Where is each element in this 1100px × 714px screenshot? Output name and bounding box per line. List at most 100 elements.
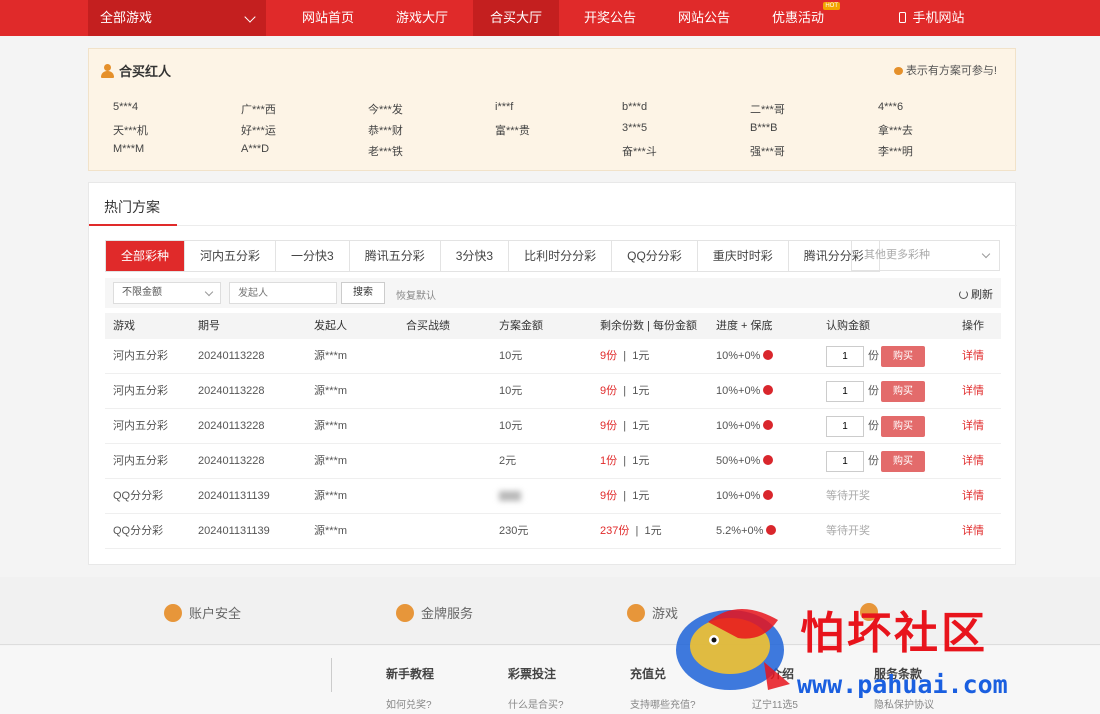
tab-hanoi-5min[interactable]: 河内五分彩 — [185, 241, 277, 271]
quantity-input[interactable] — [826, 346, 864, 367]
winner-name[interactable]: 3***5 — [622, 122, 647, 134]
tab-1min-k3[interactable]: 一分快3 — [276, 241, 350, 271]
chevron-down-icon — [204, 287, 214, 297]
details-link[interactable]: 详情 — [962, 444, 984, 479]
col-record: 合买战绩 — [406, 320, 450, 332]
tab-chongqing[interactable]: 重庆时时彩 — [698, 241, 789, 271]
nav-draw-results[interactable]: 开奖公告 — [566, 0, 654, 36]
tab-qq[interactable]: QQ分分彩 — [612, 241, 698, 271]
row-remaining: 237份 | 1元 — [600, 525, 662, 537]
buy-button[interactable]: 购买 — [881, 451, 925, 472]
initiator-input[interactable] — [229, 282, 337, 304]
row-per-share: 1元 — [632, 385, 650, 397]
top-nav: 全部游戏 网站首页 游戏大厅 合买大厅 开奖公告 网站公告 优惠活动 HOT 手… — [0, 0, 1100, 36]
quantity-input[interactable] — [826, 451, 864, 472]
winner-name[interactable]: 老***铁 — [368, 143, 403, 159]
row-amount: 10元 — [499, 420, 523, 432]
top-buyers-title-text: 合买红人 — [119, 64, 172, 79]
row-initiator[interactable]: 源***m — [314, 479, 347, 514]
row-issue: 20240113228 — [198, 455, 265, 467]
shield-icon — [164, 604, 182, 622]
winner-name[interactable]: 天***机 — [113, 122, 148, 138]
row-progress: 50%+0% — [716, 444, 774, 479]
phone-icon — [899, 12, 907, 23]
chevron-down-icon — [244, 11, 256, 23]
winner-name[interactable]: 李***明 — [878, 143, 913, 159]
row-initiator[interactable]: 源***m — [314, 444, 347, 479]
row-remaining: 1份 | 1元 — [600, 455, 650, 467]
tab-3min-k3[interactable]: 3分快3 — [441, 241, 510, 271]
tab-belgium[interactable]: 比利时分分彩 — [509, 241, 613, 271]
winner-name[interactable]: 今***发 — [368, 101, 403, 117]
all-games-dropdown[interactable]: 全部游戏 — [88, 0, 266, 36]
row-game: QQ分分彩 — [113, 525, 164, 537]
winner-name[interactable]: B***B — [750, 122, 778, 134]
row-amount: 10元 — [499, 385, 523, 397]
umbrella-icon — [396, 604, 414, 622]
row-per-share: 1元 — [632, 420, 650, 432]
amount-select[interactable]: 不限金额 — [113, 282, 221, 304]
winner-name[interactable]: 二***哥 — [750, 101, 785, 117]
row-per-share: 1元 — [632, 455, 650, 467]
buy-button[interactable]: 购买 — [881, 346, 925, 367]
refresh-button[interactable]: 刷新 — [959, 286, 993, 302]
row-unit: 份 — [868, 420, 879, 432]
reset-link[interactable]: 恢复默认 — [396, 287, 436, 302]
chat-icon — [893, 67, 903, 75]
row-game: 河内五分彩 — [113, 350, 168, 362]
tab-all[interactable]: 全部彩种 — [106, 241, 186, 271]
details-link[interactable]: 详情 — [962, 374, 984, 409]
insurance-icon — [763, 455, 774, 465]
row-game: QQ分分彩 — [113, 490, 164, 502]
more-lottery-select[interactable]: 其他更多彩种 — [851, 240, 1000, 271]
quantity-input[interactable] — [826, 381, 864, 402]
row-initiator[interactable]: 源***m — [314, 374, 347, 409]
winner-name[interactable]: 好***运 — [241, 122, 276, 138]
winner-name[interactable]: 奋***斗 — [622, 143, 657, 159]
winner-name[interactable]: 拿***去 — [878, 122, 913, 138]
footer-link[interactable]: 如何兑奖? — [386, 696, 432, 711]
row-initiator[interactable]: 源***m — [314, 339, 347, 374]
row-unit: 份 — [868, 385, 879, 397]
nav-promotions[interactable]: 优惠活动 HOT — [754, 0, 842, 36]
winner-name[interactable]: 富***贵 — [495, 122, 530, 138]
nav-mobile-label: 手机网站 — [912, 10, 965, 25]
winner-name[interactable]: A***D — [241, 143, 269, 155]
table-row: 河内五分彩 20240113228 源***m 2元 1份 | 1元 50%+0% 份购买 详… — [105, 444, 1001, 479]
details-link[interactable]: 详情 — [962, 514, 984, 549]
row-issue: 20240113228 — [198, 350, 265, 362]
nav-mobile-site[interactable]: 手机网站 — [888, 0, 976, 36]
winner-name[interactable]: 恭***财 — [368, 122, 403, 138]
winner-name[interactable]: 5***4 — [113, 101, 138, 113]
quantity-input[interactable] — [826, 416, 864, 437]
nav-group-buy-hall[interactable]: 合买大厅 — [473, 0, 559, 36]
insurance-icon — [763, 385, 774, 395]
nav-game-hall[interactable]: 游戏大厅 — [378, 0, 466, 36]
tab-tencent-5min[interactable]: 腾讯五分彩 — [350, 241, 441, 271]
details-link[interactable]: 详情 — [962, 409, 984, 444]
details-link[interactable]: 详情 — [962, 339, 984, 374]
row-progress: 10%+0% — [716, 409, 774, 444]
nav-announcements[interactable]: 网站公告 — [660, 0, 748, 36]
winner-name[interactable]: i***f — [495, 101, 513, 113]
winner-name[interactable]: b***d — [622, 101, 647, 113]
gamepad-icon — [627, 604, 645, 622]
winner-name[interactable]: 广***西 — [241, 101, 276, 117]
row-remaining: 9份 | 1元 — [600, 350, 650, 362]
top-buyers-panel: 合买红人 表示有方案可参与! 5***4 广***西 今***发 i***f b***d… — [88, 48, 1016, 171]
winner-name[interactable]: 强***哥 — [750, 143, 785, 159]
winner-name[interactable]: M***M — [113, 143, 144, 155]
row-initiator[interactable]: 源***m — [314, 409, 347, 444]
search-button[interactable]: 搜索 — [341, 282, 385, 304]
row-per-share: 1元 — [644, 525, 662, 537]
col-amount: 方案金额 — [499, 320, 543, 332]
table-row: 河内五分彩 20240113228 源***m 10元 9份 | 1元 10%+0% 份购买… — [105, 339, 1001, 374]
row-issue: 202401131139 — [198, 490, 270, 502]
details-link[interactable]: 详情 — [962, 479, 984, 514]
buy-button[interactable]: 购买 — [881, 381, 925, 402]
row-initiator[interactable]: 源***m — [314, 514, 347, 549]
buy-button[interactable]: 购买 — [881, 416, 925, 437]
winner-name[interactable]: 4***6 — [878, 101, 903, 113]
nav-home[interactable]: 网站首页 — [284, 0, 372, 36]
footer-link[interactable]: 什么是合买? — [508, 696, 564, 711]
